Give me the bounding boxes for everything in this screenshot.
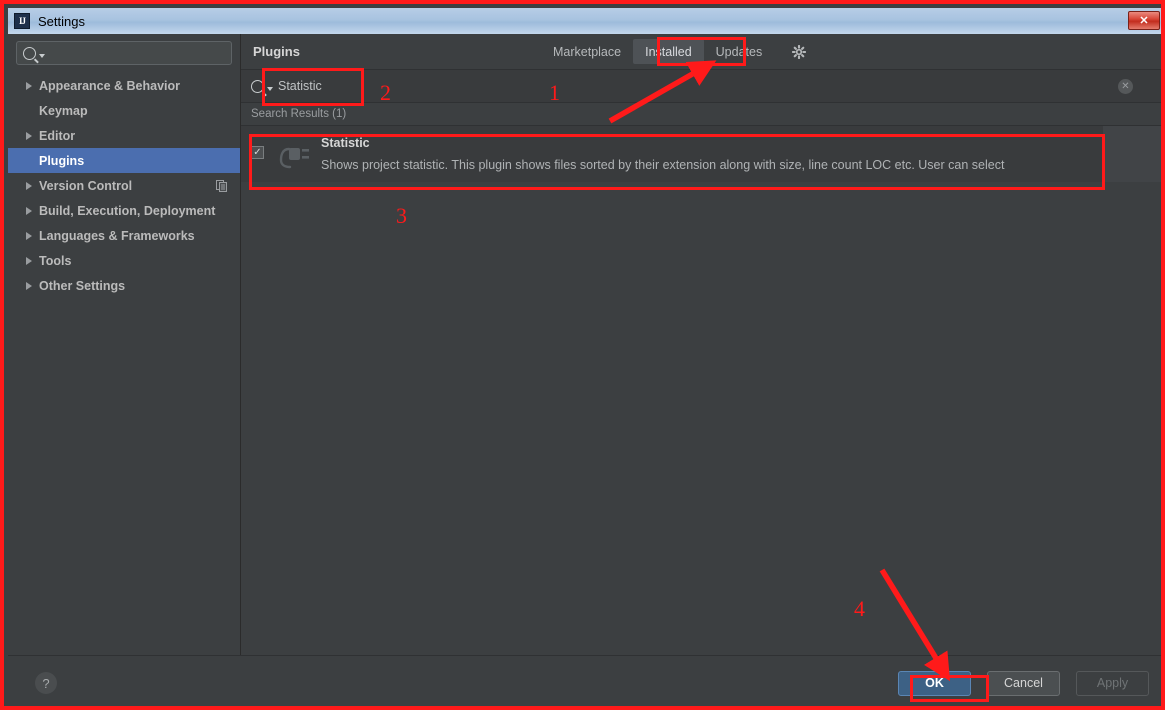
expand-arrow-icon[interactable]: [26, 131, 32, 140]
sidebar-item-languages-frameworks[interactable]: Languages & Frameworks: [8, 223, 240, 248]
chevron-down-icon[interactable]: [39, 53, 45, 58]
gear-icon[interactable]: [788, 41, 810, 63]
search-icon: [251, 79, 264, 93]
expand-arrow-icon[interactable]: [26, 206, 32, 215]
chevron-down-icon[interactable]: [267, 86, 273, 91]
tab-marketplace[interactable]: Marketplace: [541, 39, 633, 64]
expand-arrow-icon[interactable]: [26, 281, 32, 290]
plug-cord-icon: [277, 138, 311, 172]
plugin-enabled-checkbox[interactable]: ✓: [251, 146, 264, 159]
expand-arrow-icon[interactable]: [26, 231, 32, 240]
window-title: Settings: [38, 13, 85, 29]
sidebar-item-label: Other Settings: [39, 278, 126, 293]
dialog-main-area: Appearance & Behavior Keymap Editor Plugins…: [8, 34, 1161, 655]
sidebar-item-label: Tools: [39, 253, 72, 268]
sidebar-item-label: Build, Execution, Deployment: [39, 203, 216, 218]
cancel-button[interactable]: Cancel: [987, 670, 1060, 696]
close-icon[interactable]: ✕: [1128, 11, 1160, 30]
plugins-header: Plugins Marketplace Installed Updates: [241, 34, 1161, 70]
apply-button: Apply: [1076, 670, 1149, 696]
plugin-search-bar[interactable]: Statistic ✕: [241, 70, 1161, 103]
sidebar-item-plugins[interactable]: Plugins: [8, 148, 240, 173]
sidebar-item-keymap[interactable]: Keymap: [8, 98, 240, 123]
plugin-search-input[interactable]: Statistic: [278, 79, 322, 93]
help-button[interactable]: ?: [35, 672, 57, 694]
sidebar-item-version-control[interactable]: Version Control: [8, 173, 240, 198]
copy-pages-icon: [216, 179, 228, 192]
sidebar-item-label: Appearance & Behavior: [39, 78, 181, 93]
sidebar-item-label: Keymap: [39, 103, 88, 118]
dialog-footer: ? OK Cancel Apply: [8, 655, 1161, 706]
sidebar-item-label: Version Control: [39, 178, 133, 193]
search-results-count: Search Results (1): [241, 103, 1161, 126]
settings-dialog: Appearance & Behavior Keymap Editor Plugins…: [8, 34, 1161, 706]
plugin-text-block: Statistic Shows project statistic. This …: [321, 134, 1004, 172]
sidebar-search-input[interactable]: [49, 45, 225, 61]
window-title-bar: IJ Settings ✕: [8, 8, 1161, 34]
dialog-button-group: OK Cancel Apply: [898, 670, 1149, 696]
sidebar-search-box[interactable]: [16, 41, 232, 65]
expand-arrow-icon[interactable]: [26, 256, 32, 265]
sidebar-search-container: [8, 34, 240, 71]
plugin-name: Statistic: [321, 136, 370, 150]
page-title: Plugins: [253, 44, 300, 59]
sidebar-item-label: Plugins: [39, 153, 85, 168]
list-scroll-strip: [1102, 126, 1161, 182]
settings-sidebar: Appearance & Behavior Keymap Editor Plugins…: [8, 34, 241, 655]
sidebar-item-editor[interactable]: Editor: [8, 123, 240, 148]
sidebar-item-build-execution-deployment[interactable]: Build, Execution, Deployment: [8, 198, 240, 223]
search-icon: [23, 46, 36, 60]
sidebar-item-other-settings[interactable]: Other Settings: [8, 273, 240, 298]
settings-dialog-screenshot: IJ Settings ✕ Appearance & Behavior Keyma…: [0, 0, 1165, 710]
plugin-results-list: ✓ Statistic Shows project statistic. Thi…: [241, 126, 1161, 655]
plugin-tabs: Marketplace Installed Updates: [541, 34, 810, 69]
intellij-idea-logo-icon: IJ: [14, 13, 30, 29]
tab-installed[interactable]: Installed: [633, 39, 704, 64]
sidebar-item-appearance-behavior[interactable]: Appearance & Behavior: [8, 73, 240, 98]
expand-arrow-icon[interactable]: [26, 81, 32, 90]
sidebar-item-label: Editor: [39, 128, 76, 143]
sidebar-item-tools[interactable]: Tools: [8, 248, 240, 273]
ok-button[interactable]: OK: [898, 670, 971, 696]
settings-category-tree: Appearance & Behavior Keymap Editor Plugins…: [8, 71, 240, 655]
expand-arrow-icon[interactable]: [26, 181, 32, 190]
sidebar-item-label: Languages & Frameworks: [39, 228, 195, 243]
plugin-description: Shows project statistic. This plugin sho…: [321, 158, 1005, 172]
list-item[interactable]: ✓ Statistic Shows project statistic. Thi…: [241, 126, 1103, 182]
plugins-panel: Plugins Marketplace Installed Updates Stat…: [241, 34, 1161, 655]
tab-updates[interactable]: Updates: [704, 39, 775, 64]
clear-search-icon[interactable]: ✕: [1118, 78, 1133, 94]
